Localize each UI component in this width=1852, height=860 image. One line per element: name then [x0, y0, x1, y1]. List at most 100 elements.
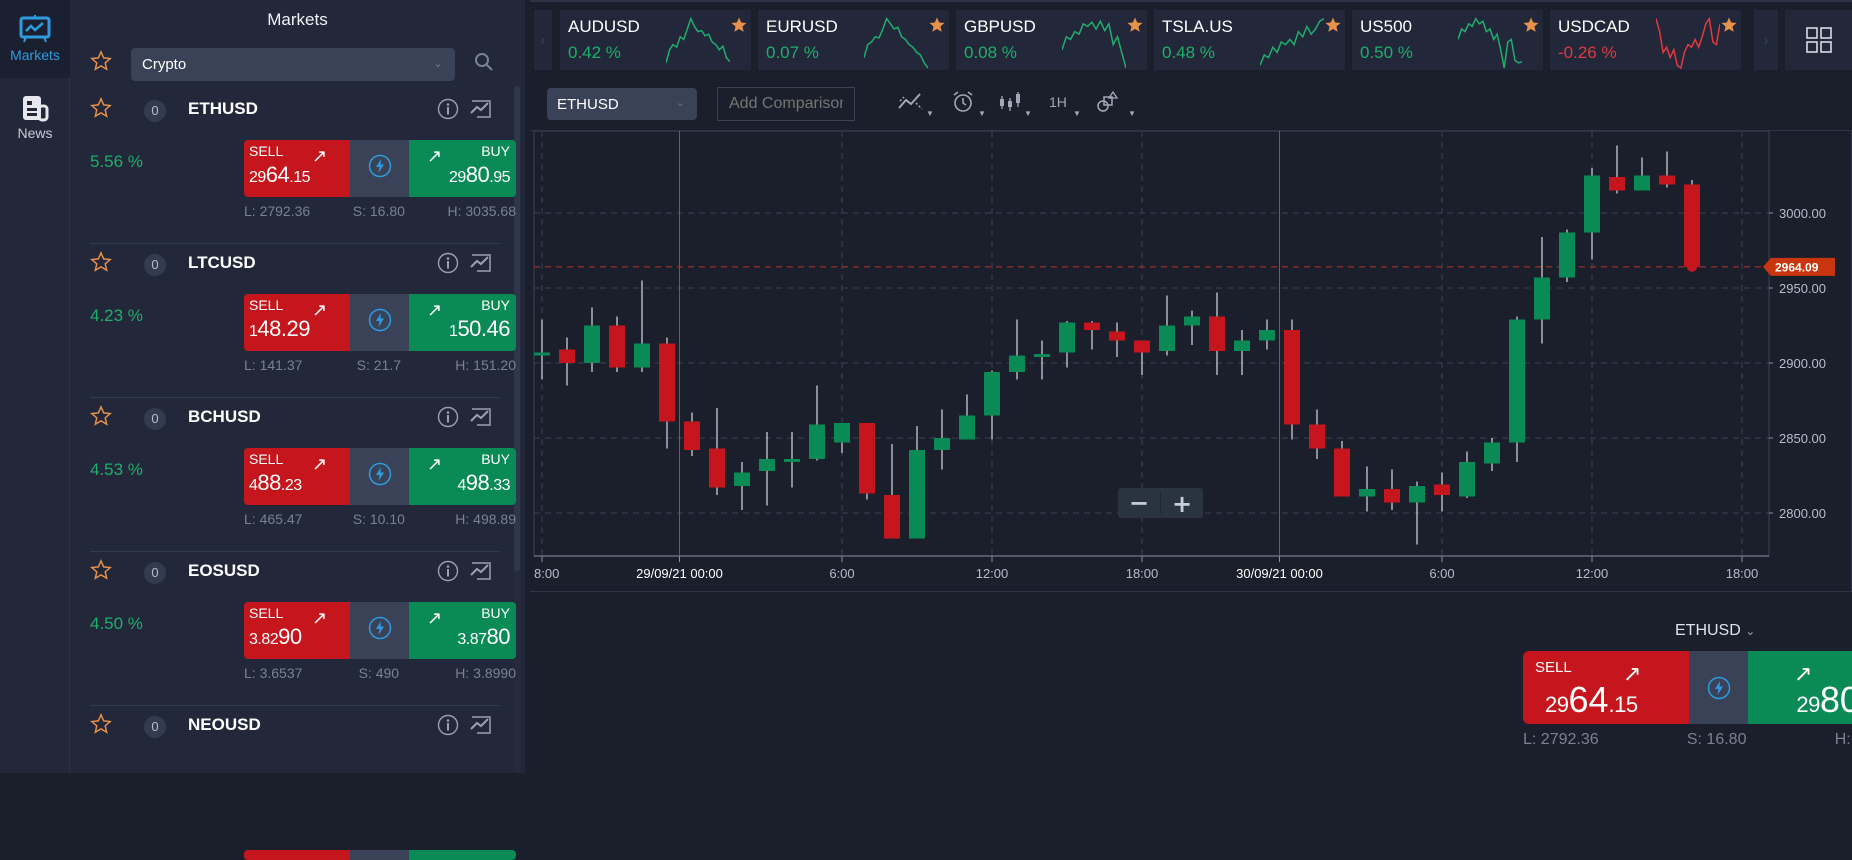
layout-grid-button[interactable] [1785, 10, 1852, 70]
drawing-tools-button[interactable]: ▼ [1096, 90, 1136, 118]
sell-button[interactable]: SELL ↗ 3.8290 [244, 602, 350, 659]
sell-button[interactable]: SELL ↗ 488.23 [244, 448, 350, 505]
ticker-card[interactable]: GBPUSD 0.08 % [956, 10, 1147, 70]
star-icon[interactable] [928, 16, 946, 39]
candlestick-chart[interactable]: 2800.00 2850.00 2900.00 2950.00 3000.00 8:00 2… [530, 130, 1852, 593]
ticker-next-button[interactable]: › [1754, 10, 1778, 70]
add-comparison-input[interactable] [717, 87, 855, 121]
one-click-trade-toggle[interactable] [350, 140, 409, 197]
star-icon[interactable] [90, 97, 112, 124]
buy-button[interactable]: BUY ↗ 3.8780 [409, 602, 516, 659]
nav-news[interactable]: News [0, 78, 70, 156]
sell-button[interactable]: SELL ↗ 2964.15 [1523, 651, 1689, 724]
search-icon[interactable] [474, 52, 494, 77]
sell-price: 148.29 [249, 316, 310, 341]
ticker-change: 0.42 % [568, 43, 621, 62]
info-icon[interactable] [437, 714, 459, 741]
buy-button[interactable]: BUY ↗ 2980.95 [409, 140, 516, 197]
position-count-badge: 0 [144, 716, 166, 738]
candle-body [984, 372, 1000, 416]
star-icon[interactable] [1324, 16, 1342, 39]
candle-body [1009, 355, 1025, 372]
candle-body [709, 448, 725, 488]
interval-button[interactable]: 1H ▼ [1049, 94, 1081, 118]
high-value: H: 498.89 [455, 511, 516, 527]
ticker-symbol: EURUSD [766, 17, 838, 36]
candle-body [1484, 442, 1500, 464]
one-click-trade-toggle[interactable] [350, 602, 409, 659]
buy-price: 498.33 [457, 470, 510, 495]
ticker-card[interactable]: EURUSD 0.07 % [758, 10, 949, 70]
position-count-badge: 0 [144, 408, 166, 430]
markets-sidebar: Markets Crypto ⌄ 0 ETHUSD 5.56 % SELL ↗ 29… [70, 0, 525, 860]
low-value: L: 3.6537 [244, 665, 303, 681]
star-icon[interactable] [90, 713, 112, 740]
market-symbol[interactable]: LTCUSD [188, 253, 256, 273]
buy-button[interactable] [409, 850, 516, 860]
info-icon[interactable] [437, 406, 459, 433]
ticker-symbol: US500 [1360, 17, 1412, 36]
buy-button[interactable]: BUY ↗ 150.46 [409, 294, 516, 351]
ticker-card[interactable]: AUDUSD 0.42 % [560, 10, 751, 70]
ticker-prev-button[interactable]: ‹ [534, 10, 552, 70]
info-icon[interactable] [437, 252, 459, 279]
ticker-card[interactable]: USDCAD -0.26 % [1550, 10, 1741, 70]
last-price-label: 2964.09 [1775, 260, 1819, 274]
chart-container[interactable]: 2800.00 2850.00 2900.00 2950.00 3000.00 8:00 2… [530, 130, 1852, 592]
chart-icon[interactable] [469, 560, 493, 587]
market-row[interactable]: 0 BCHUSD 4.53 % SELL ↗ 488.23 BUY ↗ 498.33… [90, 398, 516, 552]
chart-icon[interactable] [469, 714, 493, 741]
alarm-button[interactable]: ▼ [952, 91, 986, 118]
row-stats: L: 465.47 S: 10.10 H: 498.89 [244, 511, 516, 527]
trade-buttons: SELL ↗ 2964.15 BUY ↗ 2980.95 [244, 140, 516, 197]
market-symbol[interactable]: ETHUSD [188, 99, 258, 119]
star-icon[interactable] [1126, 16, 1144, 39]
indicators-button[interactable]: ▼ [898, 91, 934, 118]
one-click-trade-toggle[interactable] [350, 448, 409, 505]
info-icon[interactable] [437, 98, 459, 125]
arrow-up-right-icon: ↗ [427, 300, 443, 320]
nav-news-label: News [17, 125, 53, 141]
star-icon[interactable] [90, 251, 112, 278]
ticker-card[interactable]: US500 0.50 % [1352, 10, 1543, 70]
ticker-card[interactable]: TSLA.US 0.48 % [1154, 10, 1345, 70]
trade-panel-symbol-select[interactable]: ETHUSD ⌄ [1675, 622, 1755, 640]
zoom-out-button[interactable]: − [1129, 489, 1149, 517]
market-row[interactable]: 0 EOSUSD 4.50 % SELL ↗ 3.8290 BUY ↗ 3.8780… [90, 552, 516, 706]
market-row[interactable]: 0 LTCUSD 4.23 % SELL ↗ 148.29 BUY ↗ 150.46… [90, 244, 516, 398]
sell-button[interactable]: SELL ↗ 148.29 [244, 294, 350, 351]
symbol-select[interactable]: ETHUSD ⌄ [547, 88, 697, 120]
sell-button[interactable]: SELL ↗ 2964.15 [244, 140, 350, 197]
star-icon[interactable] [90, 559, 112, 586]
sell-button[interactable] [244, 850, 350, 860]
market-symbol[interactable]: BCHUSD [188, 407, 261, 427]
chevron-down-icon: ⌄ [432, 56, 443, 70]
star-icon[interactable] [1720, 16, 1738, 39]
chart-icon[interactable] [469, 406, 493, 433]
chart-icon[interactable] [469, 252, 493, 279]
one-click-trade-toggle[interactable] [350, 850, 409, 860]
candle-body [1234, 340, 1250, 351]
star-icon[interactable] [1522, 16, 1540, 39]
star-icon[interactable] [730, 16, 748, 39]
chart-type-button[interactable]: ▼ [998, 91, 1032, 118]
one-click-trade-toggle[interactable] [1689, 651, 1748, 724]
market-row[interactable]: 0 NEOUSD [90, 706, 516, 860]
market-symbol[interactable]: NEOUSD [188, 715, 261, 735]
chevron-down-icon: ⌄ [675, 97, 685, 109]
nav-markets[interactable]: Markets [0, 0, 70, 78]
chart-icon[interactable] [469, 98, 493, 125]
market-row[interactable]: 0 ETHUSD 5.56 % SELL ↗ 2964.15 BUY ↗ 2980.… [90, 90, 516, 244]
ticker-change: 0.07 % [766, 43, 819, 62]
star-icon[interactable] [90, 405, 112, 432]
sell-price: 2964.15 [249, 162, 311, 187]
daily-change: 4.23 % [90, 306, 143, 325]
buy-button[interactable]: BUY ↗ 498.33 [409, 448, 516, 505]
market-symbol[interactable]: EOSUSD [188, 561, 260, 581]
favorites-star-icon[interactable] [90, 50, 112, 77]
zoom-in-button[interactable]: + [1172, 490, 1192, 518]
buy-button[interactable]: BUY ↗ 2980.95 [1748, 651, 1852, 724]
one-click-trade-toggle[interactable] [350, 294, 409, 351]
category-select[interactable]: Crypto ⌄ [131, 48, 455, 81]
info-icon[interactable] [437, 560, 459, 587]
